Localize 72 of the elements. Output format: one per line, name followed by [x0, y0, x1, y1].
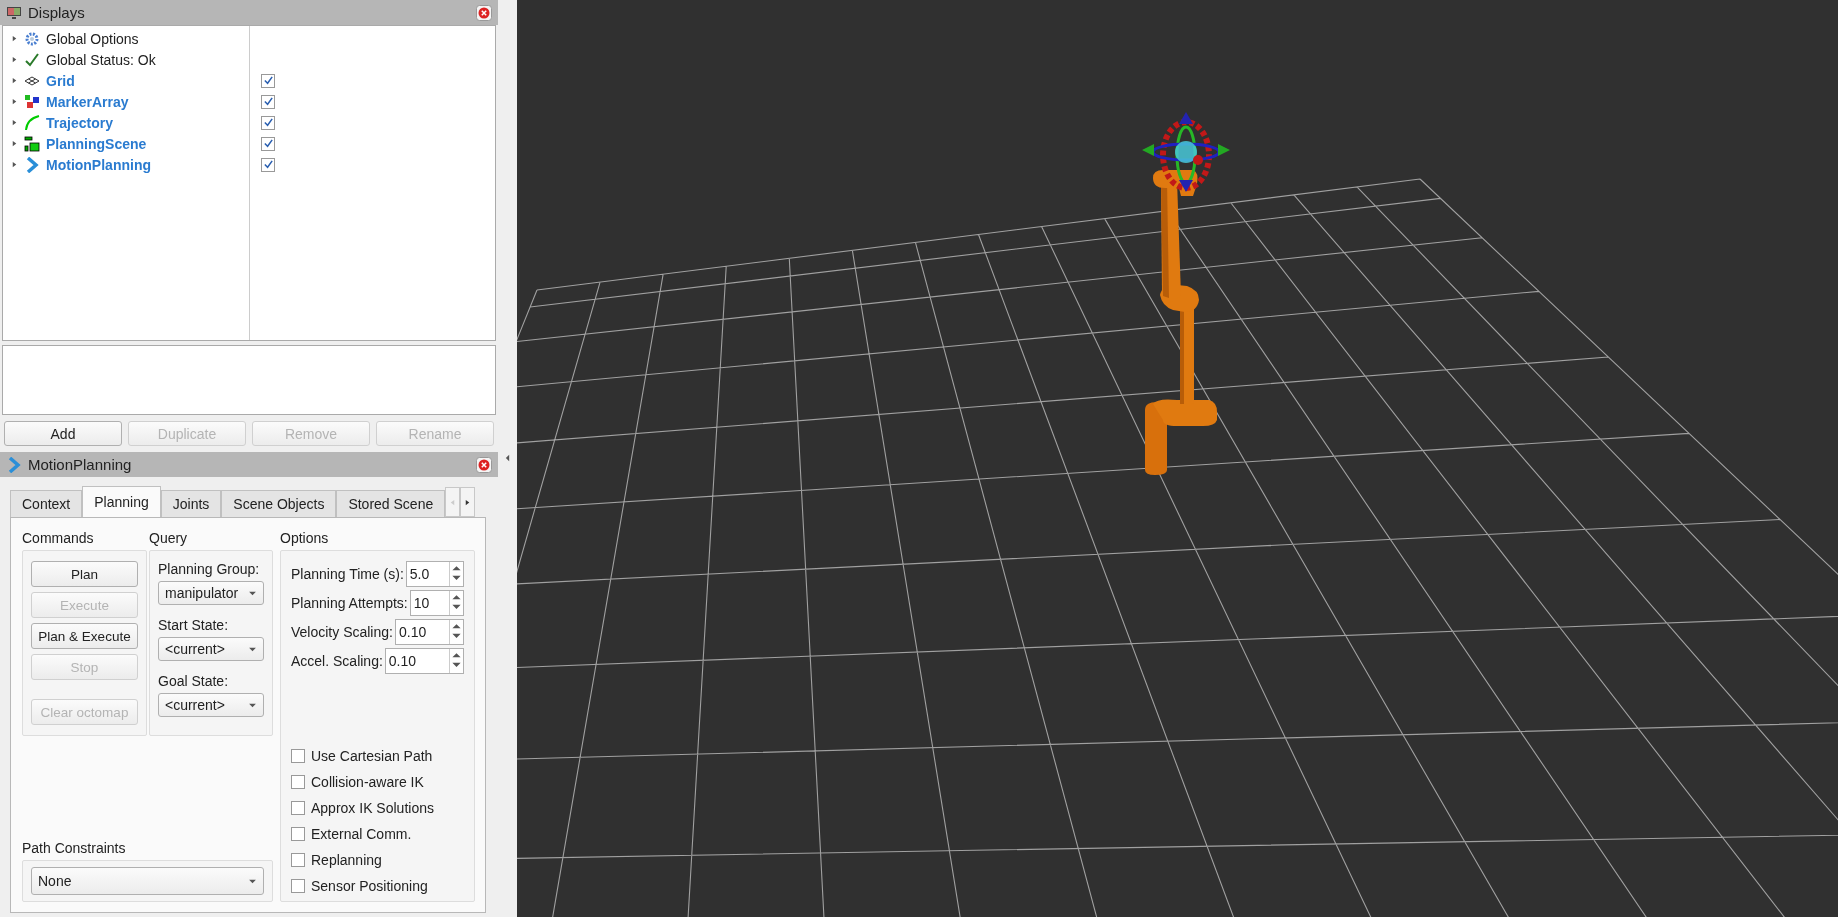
checkbox-label: Sensor Positioning — [311, 878, 428, 894]
field-label: Velocity Scaling: — [291, 624, 393, 640]
checkbox[interactable] — [291, 775, 305, 789]
toolbar-button[interactable]: Add — [4, 421, 122, 446]
dock-title: MotionPlanning — [28, 456, 133, 473]
chevron-icon — [6, 456, 22, 473]
dock-title: Displays — [28, 4, 86, 21]
command-button[interactable]: Plan — [31, 561, 138, 587]
dropdown[interactable]: <current> — [158, 637, 264, 661]
group-label: Path Constraints — [22, 840, 127, 858]
group-label: Query — [149, 530, 189, 548]
expand-arrow-icon[interactable] — [11, 119, 18, 126]
tab[interactable]: Joints — [160, 490, 222, 517]
checkbox-label: Replanning — [311, 852, 382, 868]
checkbox[interactable] — [261, 136, 275, 151]
expand-arrow-icon[interactable] — [11, 140, 18, 147]
group-label: Options — [280, 530, 330, 548]
expand-arrow-icon[interactable] — [11, 161, 18, 168]
tab[interactable]: Stored Scene — [336, 490, 446, 517]
dropdown[interactable]: manipulator — [158, 581, 264, 605]
checkbox[interactable] — [261, 73, 275, 88]
expand-arrow-icon[interactable] — [11, 56, 18, 63]
checkbox[interactable] — [291, 853, 305, 867]
spin-box[interactable]: 0.10 — [384, 648, 464, 674]
command-button[interactable]: Plan & Execute — [31, 623, 138, 649]
checkbox[interactable] — [291, 749, 305, 763]
monitor-icon — [6, 4, 22, 21]
display-item[interactable]: Trajectory — [46, 114, 113, 131]
field-label: Start State: — [158, 617, 230, 633]
spin-box[interactable]: 0.10 — [394, 619, 464, 645]
checkbox[interactable] — [291, 879, 305, 893]
expand-arrow-icon[interactable] — [11, 98, 18, 105]
checkmark-icon — [24, 51, 40, 68]
3d-viewport[interactable] — [517, 0, 1838, 917]
close-icon[interactable] — [476, 4, 492, 21]
spin-box[interactable]: 10 — [409, 590, 464, 616]
close-icon[interactable] — [476, 456, 492, 473]
display-item[interactable]: Global Options — [46, 30, 139, 47]
checkbox[interactable] — [261, 115, 275, 130]
field-label: Goal State: — [158, 673, 230, 689]
display-item[interactable]: Global Status: Ok — [46, 51, 156, 68]
boxes-icon — [24, 135, 40, 152]
expand-arrow-icon[interactable] — [11, 77, 18, 84]
display-item[interactable]: MotionPlanning — [46, 156, 151, 173]
group-label: Commands — [22, 530, 95, 548]
checkbox-label: Approx IK Solutions — [311, 800, 434, 816]
checkbox-label: Use Cartesian Path — [311, 748, 433, 764]
checkbox[interactable] — [261, 157, 275, 172]
chevron-icon — [24, 156, 40, 173]
expand-arrow-icon[interactable] — [11, 35, 18, 42]
collapse-arrow-icon[interactable] — [505, 454, 510, 462]
field-label: Planning Time (s): — [291, 566, 404, 582]
checkbox[interactable] — [291, 827, 305, 841]
spin-box[interactable]: 5.0 — [405, 561, 464, 587]
checkbox-label: Collision-aware IK — [311, 774, 424, 790]
checkbox[interactable] — [261, 94, 275, 109]
field-label: Planning Group: — [158, 561, 261, 577]
display-item[interactable]: MarkerArray — [46, 93, 129, 110]
checkbox-label: External Comm. — [311, 826, 412, 842]
cubes-icon — [24, 93, 40, 110]
dropdown[interactable]: None — [31, 867, 264, 895]
tab[interactable]: Planning — [82, 486, 161, 517]
gear-icon — [24, 30, 40, 47]
checkbox[interactable] — [291, 801, 305, 815]
field-label: Planning Attempts: — [291, 595, 408, 611]
tab[interactable]: Context — [10, 490, 83, 517]
dropdown[interactable]: <current> — [158, 693, 264, 717]
tab[interactable]: Scene Objects — [221, 490, 337, 517]
display-item[interactable]: Grid — [46, 72, 75, 89]
display-item[interactable]: PlanningScene — [46, 135, 147, 152]
field-label: Accel. Scaling: — [291, 653, 383, 669]
curve-icon — [24, 114, 40, 131]
